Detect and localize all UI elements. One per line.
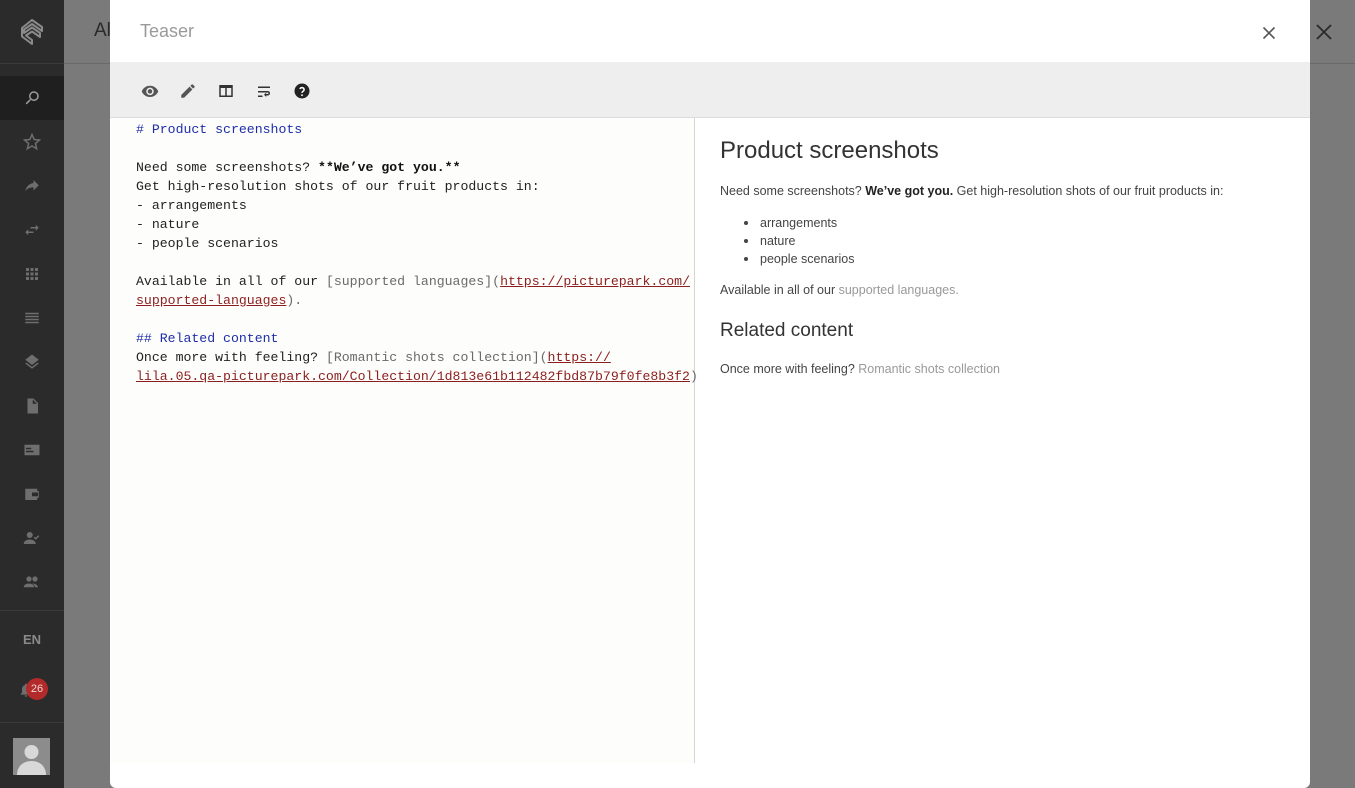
markdown-editor[interactable]: # Product screenshots Need some screensh…	[110, 118, 698, 763]
list-line: - nature	[136, 217, 200, 232]
link-text: [Romantic shots collection]	[325, 350, 540, 365]
sidebar-item-layers[interactable]	[0, 340, 64, 384]
app-logo[interactable]	[0, 0, 64, 64]
sidebar-item-wallet[interactable]	[0, 472, 64, 516]
wrap-text-icon	[258, 86, 270, 97]
link-paren: ).	[286, 293, 303, 308]
users-icon	[23, 576, 38, 588]
sidebar-item-cards[interactable]	[0, 428, 64, 472]
preview-paragraph: Need some screenshots? We’ve got you. Ge…	[720, 184, 1224, 198]
share-icon	[25, 180, 39, 192]
layers-icon	[25, 354, 39, 369]
text-line: Need some screenshots?	[136, 160, 319, 175]
swap-icon	[25, 224, 39, 236]
markdown-toolbar	[110, 62, 1310, 118]
sidebar-item-documents[interactable]	[0, 384, 64, 428]
preview-paragraph: Available in all of our supported langua…	[720, 283, 959, 297]
logo-icon	[21, 18, 43, 45]
list-line: - people scenarios	[136, 236, 279, 251]
sidebar-divider	[0, 722, 64, 723]
star-icon	[23, 133, 41, 151]
sidebar-item-user-approval[interactable]	[0, 516, 64, 560]
document-icon	[27, 398, 38, 414]
user-avatar-icon	[17, 745, 46, 775]
text-line: Get high-resolution shots of our fruit p…	[136, 179, 540, 194]
link-paren: (	[539, 350, 548, 365]
supported-languages-link[interactable]: supported languages	[839, 283, 956, 297]
link-text: [supported languages]	[325, 274, 493, 289]
grid-icon	[26, 268, 38, 280]
text-line: Once more with feeling?	[136, 350, 326, 365]
dialog-close-button[interactable]	[1258, 22, 1280, 44]
sidebar-item-search[interactable]	[0, 76, 64, 120]
close-icon	[1262, 26, 1276, 40]
sidebar-item-users[interactable]	[0, 560, 64, 604]
preview-bold: We’ve got you.	[865, 184, 954, 198]
dialog-header: Teaser	[110, 0, 1310, 62]
notification-badge: 26	[26, 678, 48, 700]
link-url: lila.05.qa-picturepark.com/Collection/1d…	[136, 369, 690, 384]
split-view-icon	[219, 85, 233, 97]
edit-button[interactable]	[178, 81, 198, 101]
help-button[interactable]	[292, 81, 312, 101]
language-selector[interactable]: EN	[0, 632, 64, 647]
background-page-title: Al	[94, 20, 111, 41]
romantic-shots-link[interactable]: Romantic shots collection	[858, 362, 1000, 376]
preview-icon	[141, 85, 159, 97]
close-icon	[1316, 24, 1332, 40]
sidebar-item-favorites[interactable]	[0, 120, 64, 164]
sidebar-item-shares[interactable]	[0, 164, 64, 208]
markdown-source[interactable]: # Product screenshots Need some screensh…	[136, 120, 698, 386]
preview-heading: Product screenshots	[720, 137, 939, 164]
markdown-preview: Product screenshots Need some screenshot…	[696, 118, 1310, 763]
teaser-dialog: Teaser # Product screenshots Need some s…	[110, 0, 1310, 788]
preview-subheading: Related content	[720, 320, 854, 341]
user-check-icon	[23, 532, 40, 544]
preview-paragraph: Once more with feeling? Romantic shots c…	[720, 362, 1000, 376]
help-icon	[294, 83, 310, 99]
link-paren: (	[492, 274, 501, 289]
preview-button[interactable]	[140, 81, 160, 101]
link-url: https://	[547, 350, 611, 365]
sidebar-item-lists[interactable]	[0, 296, 64, 340]
list-item: people scenarios	[736, 250, 855, 268]
preview-list: arrangements nature people scenarios	[736, 214, 855, 268]
list-item: arrangements	[736, 214, 855, 232]
background-close-button[interactable]	[1312, 20, 1336, 44]
link-url: supported-languages	[136, 293, 287, 308]
wrap-text-button[interactable]	[254, 81, 274, 101]
wallet-icon	[25, 488, 39, 500]
card-icon	[24, 444, 40, 456]
app-sidebar: EN 26	[0, 0, 64, 788]
heading-line: # Product screenshots	[136, 122, 303, 137]
edit-icon	[181, 84, 195, 98]
text-line: Available in all of our	[136, 274, 326, 289]
split-view-button[interactable]	[216, 81, 236, 101]
list-line: - arrangements	[136, 198, 247, 213]
avatar[interactable]	[13, 738, 50, 775]
sidebar-item-content[interactable]	[0, 252, 64, 296]
list-icon	[25, 312, 39, 324]
bold-text: **We’ve got you.**	[318, 160, 461, 175]
heading-line: ## Related content	[136, 331, 279, 346]
link-url: https://picturepark.com/	[500, 274, 690, 289]
search-icon	[25, 91, 39, 105]
sidebar-item-transfers[interactable]	[0, 208, 64, 252]
dialog-title: Teaser	[140, 21, 195, 41]
sidebar-divider	[0, 610, 64, 611]
list-item: nature	[736, 232, 855, 250]
